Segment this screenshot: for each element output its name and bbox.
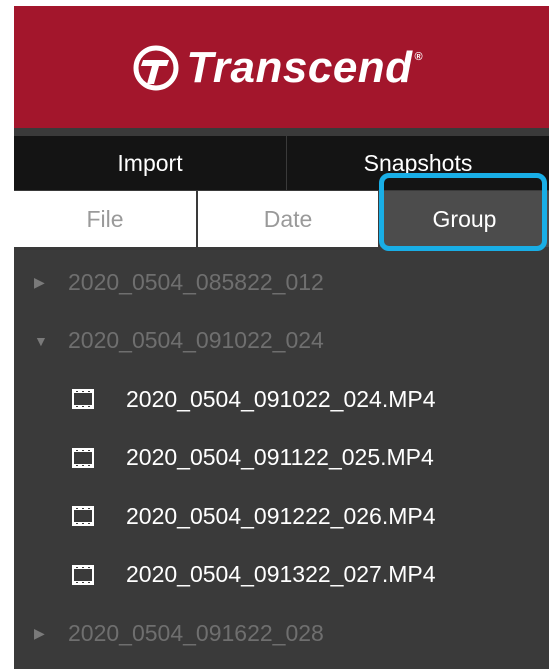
tab-import[interactable]: Import — [14, 136, 286, 190]
film-icon — [72, 389, 94, 410]
file-name: 2020_0504_091222_026.MP4 — [126, 502, 436, 529]
header-divider — [14, 128, 549, 136]
group-name: 2020_0504_091022_024 — [68, 327, 324, 354]
group-row[interactable]: ▶ 2020_0504_085822_012 — [14, 253, 549, 312]
view-mode-file-button[interactable]: File — [14, 191, 196, 247]
brand-name: Transcend — [186, 43, 413, 92]
view-mode-group-button[interactable]: Group — [380, 191, 549, 247]
group-list: ▶ 2020_0504_085822_012 ▼ 2020_0504_09102… — [14, 253, 549, 663]
file-name: 2020_0504_091322_027.MP4 — [126, 561, 436, 588]
caret-down-icon: ▼ — [34, 332, 48, 349]
tab-snapshots[interactable]: Snapshots — [287, 136, 549, 190]
film-icon — [72, 564, 94, 585]
group-row[interactable]: ▶ 2020_0504_091622_028 — [14, 604, 549, 663]
main-tabs: Import Snapshots — [14, 136, 549, 190]
caret-right-icon: ▶ — [34, 273, 45, 290]
file-name: 2020_0504_091122_025.MP4 — [126, 444, 434, 471]
registered-mark: ® — [414, 51, 423, 63]
file-row[interactable]: 2020_0504_091222_026.MP4 — [14, 487, 549, 546]
file-row[interactable]: 2020_0504_091122_025.MP4 — [14, 429, 549, 488]
brand-header: Transcend ® — [14, 6, 549, 128]
file-row[interactable]: 2020_0504_091322_027.MP4 — [14, 546, 549, 605]
transcend-t-logo-icon — [132, 44, 180, 92]
group-name: 2020_0504_091622_028 — [68, 619, 324, 646]
film-icon — [72, 447, 94, 468]
view-mode-date-button[interactable]: Date — [198, 191, 378, 247]
file-name: 2020_0504_091022_024.MP4 — [126, 385, 436, 412]
view-mode-selector: File Date Group — [14, 191, 549, 247]
file-row[interactable]: 2020_0504_091022_024.MP4 — [14, 370, 549, 429]
brand-logo: Transcend ® — [132, 43, 423, 93]
file-browser-panel: Transcend ® Import Snapshots File Date G… — [14, 6, 549, 669]
group-name: 2020_0504_085822_012 — [68, 268, 324, 295]
group-row[interactable]: ▼ 2020_0504_091022_024 — [14, 312, 549, 371]
film-icon — [72, 506, 94, 527]
caret-right-icon: ▶ — [34, 624, 45, 641]
